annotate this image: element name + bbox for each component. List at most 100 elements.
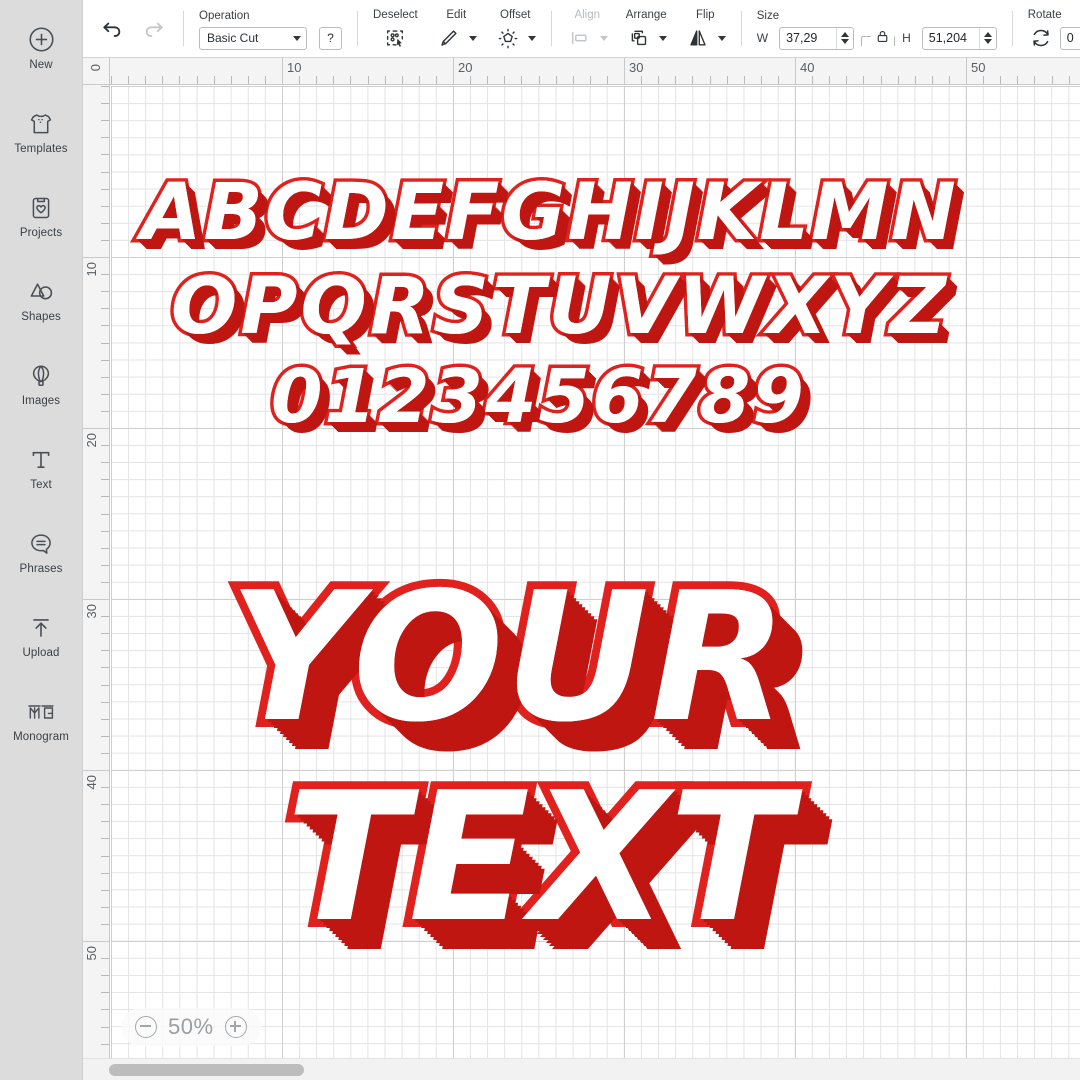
h-ruler-tick xyxy=(761,76,762,84)
flip-icon[interactable] xyxy=(685,26,711,50)
h-ruler-major: 20 xyxy=(453,58,472,85)
sidebar-label-upload: Upload xyxy=(22,646,60,659)
h-ruler-label: 20 xyxy=(458,60,473,75)
undo-icon[interactable] xyxy=(99,17,125,41)
operation-help-button[interactable]: ? xyxy=(319,26,342,50)
hot-air-balloon-icon xyxy=(26,361,56,391)
height-stepper[interactable] xyxy=(978,27,996,49)
h-ruler-tick xyxy=(744,76,745,84)
h-ruler-label: 40 xyxy=(800,60,815,75)
offset-chevron-down-icon[interactable] xyxy=(527,35,536,41)
rotate-field xyxy=(1059,26,1080,50)
toolbar-divider-2 xyxy=(357,11,358,46)
monogram-mg-icon xyxy=(26,697,56,727)
sidebar-label-projects: Projects xyxy=(19,226,63,239)
rotate-group: Rotate xyxy=(1019,0,1080,57)
h-ruler-tick xyxy=(162,76,163,84)
h-ruler-tick xyxy=(265,76,266,84)
design-canvas-area[interactable]: ABCDEFGHIJKLMN ABCDEFGHIJKLMN OPQRSTUVWX… xyxy=(83,58,1080,1080)
h-ruler-tick xyxy=(949,76,950,84)
horizontal-scrollbar-track[interactable] xyxy=(83,1058,1080,1080)
sidebar-item-new[interactable]: New xyxy=(0,6,83,90)
v-ruler-tick xyxy=(101,120,109,121)
h-ruler-tick xyxy=(350,76,351,84)
text-t-icon xyxy=(26,445,56,475)
v-ruler-label: 50 xyxy=(84,946,99,961)
speech-bubble-icon xyxy=(26,529,56,559)
h-ruler-tick xyxy=(539,76,540,84)
align-chevron-down-icon[interactable] xyxy=(599,35,608,41)
card-heart-icon xyxy=(26,193,56,223)
sidebar-item-shapes[interactable]: Shapes xyxy=(0,258,83,342)
h-ruler-label: 30 xyxy=(629,60,644,75)
align-icon[interactable] xyxy=(567,26,593,50)
h-ruler-tick xyxy=(829,76,830,84)
v-ruler-major: 30 xyxy=(83,599,110,770)
toolbar-divider-4 xyxy=(740,11,742,46)
operation-select[interactable]: Basic Cut xyxy=(199,26,307,50)
left-sidebar: New Templates Projects Shapes Images Tex… xyxy=(0,0,83,1080)
h-ruler-tick xyxy=(607,76,608,84)
h-ruler-tick xyxy=(368,76,369,84)
width-label: W xyxy=(756,31,769,45)
zoom-out-icon[interactable] xyxy=(135,1016,157,1038)
h-ruler-tick xyxy=(898,76,899,84)
operation-group: Operation Basic Cut ? xyxy=(190,0,351,57)
operation-heading: Operation xyxy=(199,9,250,22)
height-field xyxy=(921,26,997,50)
h-ruler-tick xyxy=(1000,76,1001,84)
size-lock-wrap xyxy=(861,28,896,46)
h-ruler-tick xyxy=(521,76,522,84)
arrange-group: Arrange xyxy=(617,0,676,57)
operation-select-wrap: Basic Cut xyxy=(199,26,307,50)
sidebar-item-text[interactable]: Text xyxy=(0,426,83,510)
redo-icon[interactable] xyxy=(141,17,167,41)
sidebar-item-monogram[interactable]: Monogram xyxy=(0,678,83,762)
h-ruler-major: 50 xyxy=(966,58,985,85)
arrange-heading: Arrange xyxy=(625,9,667,21)
tshirt-icon xyxy=(26,109,56,139)
deselect-icon[interactable] xyxy=(382,26,408,50)
h-ruler-tick xyxy=(1052,76,1053,84)
rotate-input[interactable] xyxy=(1060,27,1080,49)
flip-chevron-down-icon[interactable] xyxy=(717,35,726,41)
size-heading: Size xyxy=(756,9,780,22)
edit-chevron-down-icon[interactable] xyxy=(468,35,477,41)
lock-closed-icon[interactable] xyxy=(871,28,895,44)
sidebar-item-upload[interactable]: Upload xyxy=(0,594,83,678)
height-input[interactable] xyxy=(922,27,979,49)
h-ruler-tick xyxy=(556,76,557,84)
sidebar-label-shapes: Shapes xyxy=(21,310,61,323)
width-input[interactable] xyxy=(780,27,837,49)
v-ruler-tick xyxy=(101,206,109,207)
h-ruler-tick xyxy=(915,76,916,84)
sidebar-item-images[interactable]: Images xyxy=(0,342,83,426)
v-ruler-tick xyxy=(101,189,109,190)
pencil-icon[interactable] xyxy=(436,26,462,50)
horizontal-ruler: 10 20 30 40 50 xyxy=(83,58,1080,85)
horizontal-scrollbar-thumb[interactable] xyxy=(109,1064,304,1076)
v-ruler-tick xyxy=(101,86,109,87)
ruler-origin-label: 0 xyxy=(88,64,103,72)
sidebar-item-projects[interactable]: Projects xyxy=(0,174,83,258)
zoom-in-icon[interactable] xyxy=(224,1016,247,1038)
offset-icon[interactable] xyxy=(495,26,521,50)
h-ruler-tick xyxy=(231,76,232,84)
toolbar-divider-5 xyxy=(1011,11,1013,46)
sidebar-label-images: Images xyxy=(21,394,61,407)
sidebar-label-new: New xyxy=(29,58,53,71)
sidebar-item-phrases[interactable]: Phrases xyxy=(0,510,83,594)
width-stepper[interactable] xyxy=(836,27,854,49)
arrange-chevron-down-icon[interactable] xyxy=(658,35,667,41)
offset-group: Offset xyxy=(486,0,545,57)
h-ruler-tick xyxy=(983,76,984,84)
h-ruler-tick xyxy=(1034,76,1035,84)
v-ruler-tick xyxy=(101,172,109,173)
arrange-icon[interactable] xyxy=(626,26,652,50)
sidebar-item-templates[interactable]: Templates xyxy=(0,90,83,174)
rotate-icon[interactable] xyxy=(1028,26,1054,50)
rotate-heading: Rotate xyxy=(1027,9,1062,21)
undo-redo-group xyxy=(95,0,177,57)
toolbar-divider-1 xyxy=(183,11,184,46)
h-ruler-tick xyxy=(692,76,693,84)
